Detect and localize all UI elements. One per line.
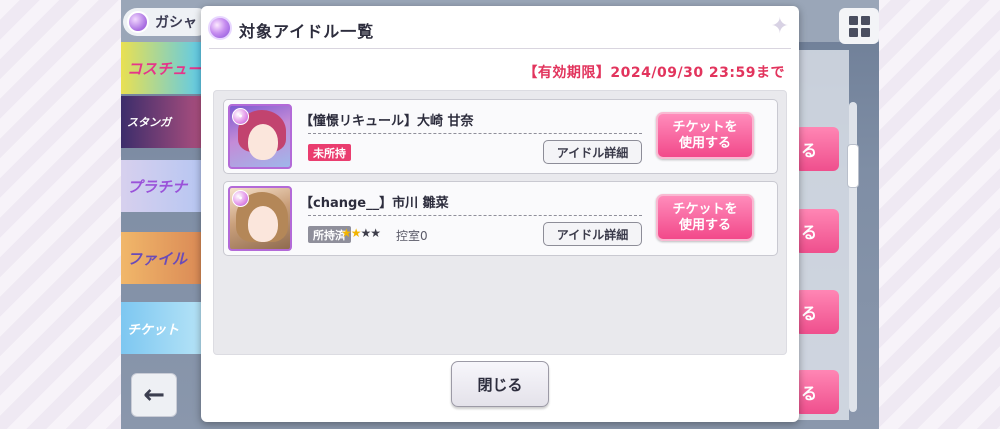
orb-badge-icon: • [232, 108, 249, 125]
idol-card: • 【憧憬リキュール】大崎 甘奈 未所持 アイドル詳細 チケットを 使用する [223, 99, 778, 174]
grid-menu-icon[interactable] [839, 8, 879, 44]
idol-card: • 【change__】市川 雛菜 所持済 ★★★★ 控室0 アイドル詳細 チケ… [223, 181, 778, 256]
room-rank-text: 控室0 [396, 229, 428, 243]
gacha-tab[interactable]: ガシャ [123, 8, 211, 36]
star-empty-icon: ★★ [360, 226, 381, 240]
use-ticket-label: チケットを 使用する [672, 119, 738, 151]
gacha-banner[interactable]: チケット [121, 302, 205, 354]
use-ticket-button[interactable]: チケットを 使用する [656, 112, 754, 159]
idol-list: • 【憧憬リキュール】大崎 甘奈 未所持 アイドル詳細 チケットを 使用する •… [213, 90, 787, 355]
ownership-badge: 未所持 [308, 144, 351, 161]
background-use-button[interactable]: る [795, 127, 839, 171]
orb-badge-icon: • [232, 190, 249, 207]
dotted-divider [308, 133, 642, 134]
use-ticket-label: チケットを 使用する [672, 201, 738, 233]
header-divider [209, 48, 791, 49]
back-button[interactable]: ← [131, 373, 177, 417]
gacha-orb-icon [127, 11, 149, 33]
gacha-orb-icon [208, 16, 232, 40]
gacha-banner[interactable]: プラチナ [121, 160, 205, 212]
background-use-button[interactable]: る [795, 290, 839, 334]
background-use-button[interactable]: る [795, 370, 839, 414]
gacha-banner[interactable]: コスチュー [121, 42, 205, 94]
idol-portrait[interactable]: • [228, 186, 292, 251]
close-button[interactable]: 閉じる [451, 361, 549, 407]
idol-name: 【change__】市川 雛菜 [300, 196, 449, 211]
gacha-banner[interactable]: スタンガ [121, 96, 205, 148]
expiry-text: 【有効期限】2024/09/30 23:59まで [523, 65, 785, 81]
sparkle-icon: ✦ [770, 14, 789, 39]
star-rating: ★★★★ [341, 226, 381, 240]
back-arrow-icon: ← [143, 380, 165, 410]
idol-portrait[interactable]: • [228, 104, 292, 169]
background-scrollbar[interactable] [847, 102, 859, 412]
use-ticket-button[interactable]: チケットを 使用する [656, 194, 754, 241]
gacha-tab-label: ガシャ [155, 15, 197, 31]
idol-detail-button[interactable]: アイドル詳細 [543, 222, 642, 246]
star-filled-icon: ★★ [341, 226, 361, 240]
scrollbar-thumb[interactable] [847, 144, 859, 188]
dialog-header: 対象アイドル一覧 ✦ [201, 6, 799, 50]
idol-name: 【憧憬リキュール】大崎 甘奈 [300, 114, 474, 129]
dotted-divider [308, 215, 642, 216]
dialog-title: 対象アイドル一覧 [239, 22, 375, 41]
background-use-button[interactable]: る [795, 209, 839, 253]
target-idol-dialog: 対象アイドル一覧 ✦ 【有効期限】2024/09/30 23:59まで • 【憧… [201, 6, 799, 422]
idol-detail-button[interactable]: アイドル詳細 [543, 140, 642, 164]
gacha-banner[interactable]: ファイル [121, 232, 205, 284]
